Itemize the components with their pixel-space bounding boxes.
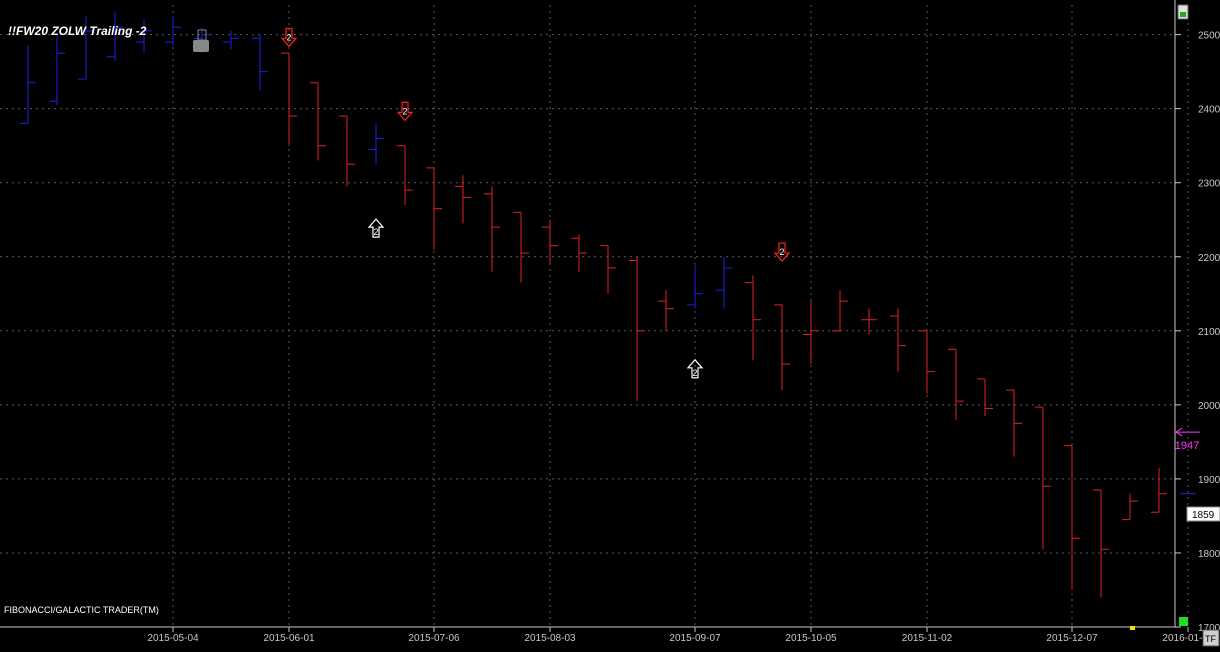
timeframe-button-label: TF [1205,634,1216,644]
x-tick-label: 2015-07-06 [408,633,460,644]
ohlc-chart: 1700180019002000210022002300240025002015… [0,0,1220,647]
chart-window: 1700 1800 1900 2000 2100 2200 2300 2400 2500 2015… [0,0,1220,647]
signal-label: 2 [779,247,784,257]
watermark-text: FIBONACCI/GALACTIC TRADER(TM) [4,605,159,615]
y-tick-label: 2400 [1198,105,1220,116]
signal-label: 2 [692,368,697,378]
green-corner-marker [1179,617,1188,626]
y-tick-label: 2000 [1198,401,1220,412]
scroll-top-button[interactable] [1177,4,1189,20]
yellow-time-marker [1130,626,1135,630]
signal-label: 2 [373,227,378,237]
current-price-label: 1859 [1192,510,1215,521]
x-tick-label: 2015-12-07 [1046,633,1098,644]
y-tick-label: 2200 [1198,253,1220,264]
y-tick-label: 1900 [1198,475,1220,486]
chart-title: !!FW20 ZOLW Trailing -2 [8,24,147,38]
signal-label: 2 [402,106,407,116]
x-tick-label: 2015-09-07 [669,633,721,644]
tag-body [193,40,209,52]
timeframe-button[interactable]: TF [1202,629,1220,647]
x-tick-label: 2015-10-05 [785,633,837,644]
current-price-box: 1859 [1186,506,1220,522]
x-tick-label: 2015-05-04 [147,633,199,644]
y-tick-label: 2300 [1198,179,1220,190]
x-tick-label: 2015-11-02 [902,633,953,644]
y-tick-label: 1800 [1198,549,1220,560]
signal-label: 2 [286,32,291,42]
y-tick-label: 2100 [1198,327,1220,338]
y-tick-label: 2500 [1198,31,1220,42]
projection-label: 1947 [1175,440,1199,452]
x-tick-label: 2015-06-01 [263,633,315,644]
x-tick-label: 2015-08-03 [524,633,576,644]
